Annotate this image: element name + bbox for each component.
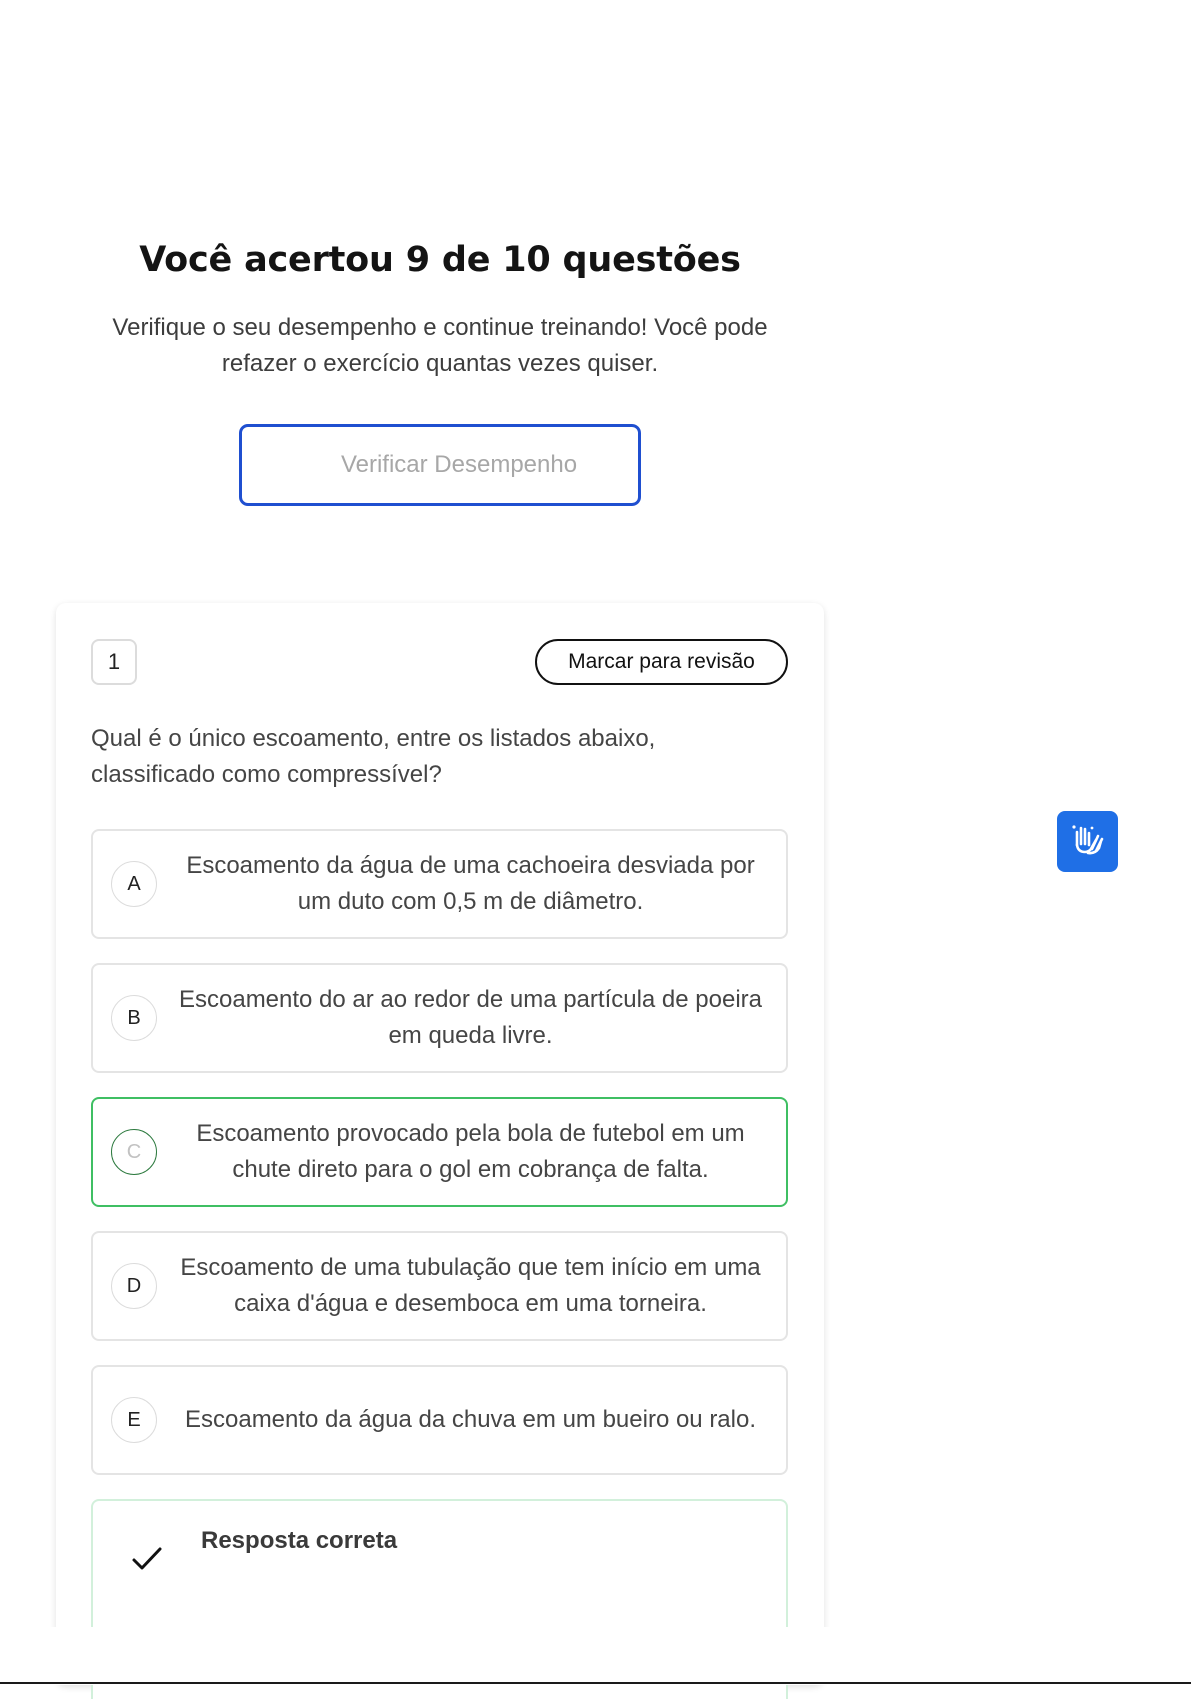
- question-card: 1 Marcar para revisão Qual é o único esc…: [56, 603, 824, 1699]
- answer-option-d[interactable]: D Escoamento de uma tubulação que tem in…: [91, 1231, 788, 1341]
- sign-language-accessibility-button[interactable]: [1057, 811, 1118, 872]
- answer-options: A Escoamento da água de uma cachoeira de…: [91, 829, 788, 1499]
- option-letter: E: [111, 1397, 157, 1443]
- results-title: Você acertou 9 de 10 questões: [139, 240, 741, 280]
- option-letter: D: [111, 1263, 157, 1309]
- option-letter: C: [111, 1129, 157, 1175]
- results-subtitle: Verifique o seu desempenho e continue tr…: [112, 314, 768, 377]
- answer-option-b[interactable]: B Escoamento do ar ao redor de uma partí…: [91, 963, 788, 1073]
- answer-option-a[interactable]: A Escoamento da água de uma cachoeira de…: [91, 829, 788, 939]
- page-bottom-rule: [0, 1682, 1191, 1684]
- answer-option-e[interactable]: E Escoamento da água da chuva em um buei…: [91, 1365, 788, 1475]
- option-letter: A: [111, 861, 157, 907]
- sign-language-hands-icon: [1068, 819, 1108, 864]
- answer-option-c[interactable]: C Escoamento provocado pela bola de fute…: [91, 1097, 788, 1207]
- mark-for-review-button[interactable]: Marcar para revisão: [535, 639, 788, 685]
- page-break: [0, 1627, 1191, 1685]
- option-text: Escoamento da água de uma cachoeira desv…: [186, 852, 755, 915]
- option-text: Escoamento da água da chuva em um bueiro…: [184, 1406, 757, 1433]
- question-text: Qual é o único escoamento, entre os list…: [91, 725, 656, 788]
- option-letter: B: [111, 995, 157, 1041]
- question-number: 1: [91, 639, 137, 685]
- feedback-title: Resposta correta: [201, 1527, 398, 1554]
- check-icon: [131, 1545, 163, 1573]
- option-text: Escoamento provocado pela bola de futebo…: [196, 1120, 745, 1183]
- results-summary: Você acertou 9 de 10 questões Verifique …: [60, 240, 820, 382]
- option-text: Escoamento de uma tubulação que tem iníc…: [180, 1254, 761, 1317]
- option-text: Escoamento do ar ao redor de uma partícu…: [178, 986, 763, 1049]
- verify-performance-button[interactable]: Verificar Desempenho: [239, 424, 641, 506]
